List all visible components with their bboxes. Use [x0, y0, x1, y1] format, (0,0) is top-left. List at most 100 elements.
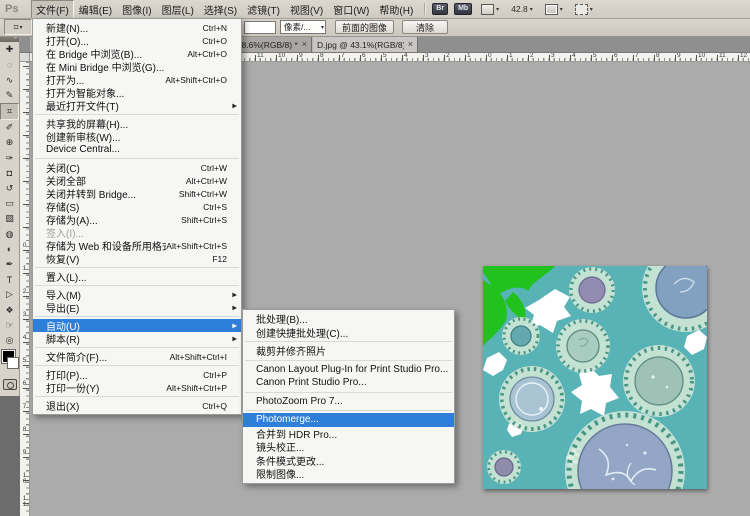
menu-item[interactable]: 文件简介(F)...Alt+Shift+Ctrl+I — [33, 350, 241, 363]
menu-separator — [35, 316, 239, 317]
quick-selection-tool[interactable]: ✎ — [0, 88, 19, 103]
chevron-down-icon: ▾ — [496, 6, 499, 13]
menu-item[interactable]: 退出(X)Ctrl+Q — [33, 399, 241, 412]
menu-item-label: 置入(L)... — [46, 269, 87, 284]
vertical-ruler[interactable]: 01234567891011 — [20, 62, 30, 516]
menu-item[interactable]: 裁剪并修齐照片 — [243, 344, 454, 358]
menubar-item-help[interactable]: 帮助(H) — [374, 0, 418, 19]
elliptical-marquee-tool[interactable]: ◌ — [0, 57, 19, 72]
menubar-item-select[interactable]: 选择(S) — [199, 0, 242, 19]
menu-item[interactable]: 条件模式更改... — [243, 454, 454, 468]
zoom-level-control[interactable]: 42.8 ▾ — [508, 2, 536, 16]
menu-item[interactable]: Canon Print Studio Pro... — [243, 376, 454, 390]
menu-item[interactable]: Photomerge... — [243, 413, 454, 427]
menu-item[interactable]: 镜头校正... — [243, 440, 454, 454]
ruler-label: 3 — [551, 52, 555, 59]
path-selection-tool[interactable]: ▷ — [0, 287, 19, 302]
screen-mode-icon — [575, 4, 588, 15]
ruler-label: 7 — [341, 52, 345, 59]
ruler-label: 4 — [21, 334, 28, 340]
submenu-arrow-icon: ▶ — [232, 322, 237, 329]
menu-item[interactable]: 创建快捷批处理(C)... — [243, 326, 454, 340]
menubar-item-filter[interactable]: 滤镜(T) — [242, 0, 285, 19]
menu-item[interactable]: PhotoZoom Pro 7... — [243, 395, 454, 409]
menu-separator — [35, 114, 239, 115]
quick-mask-button[interactable] — [3, 379, 17, 390]
menubar-item-view[interactable]: 视图(V) — [285, 0, 328, 19]
menu-separator — [35, 347, 239, 348]
history-brush-tool[interactable]: ↺ — [0, 181, 19, 196]
menu-item[interactable]: 限制图像... — [243, 467, 454, 481]
menubar-item-edit[interactable]: 编辑(E) — [74, 0, 117, 19]
type-tool[interactable]: T — [0, 272, 19, 287]
ruler-label: 0 — [488, 52, 492, 59]
menu-item[interactable]: 恢复(V)F12 — [33, 252, 241, 265]
resolution-unit-dropdown[interactable]: 像素/... ▾ — [280, 20, 326, 34]
menubar-item-window[interactable]: 窗口(W) — [328, 0, 374, 19]
document-tab[interactable]: D.jpg @ 43.1%(RGB/8) * × — [312, 37, 418, 52]
tool-preset-picker[interactable]: ⌗ ▾ — [4, 19, 32, 35]
launch-mini-bridge-button[interactable]: Mb — [454, 3, 472, 15]
menu-item[interactable]: 打印一份(Y)Alt+Shift+Ctrl+P — [33, 381, 241, 394]
menu-item[interactable]: 脚本(R)▶ — [33, 332, 241, 345]
menu-item-shortcut: Ctrl+N — [203, 23, 237, 33]
menu-item-label: 创建新审核(W)... — [46, 129, 120, 144]
background-color-swatch[interactable] — [7, 357, 19, 369]
close-icon[interactable]: × — [408, 40, 413, 49]
submenu-arrow-icon: ▶ — [232, 335, 237, 342]
document-image[interactable] — [483, 266, 707, 489]
spot-healing-brush-tool[interactable]: ⊕ — [0, 135, 19, 150]
menu-item-shortcut: Alt+Ctrl+W — [186, 176, 237, 186]
document-tab-label: D.jpg @ 43.1%(RGB/8) * — [317, 40, 404, 50]
crop-tool[interactable]: ⌗ — [0, 103, 19, 120]
ruler-label: 3 — [425, 52, 429, 59]
menu-item[interactable]: 创建新审核(W)... — [33, 130, 241, 143]
launch-bridge-button[interactable]: Br — [432, 3, 448, 15]
move-tool[interactable]: ✚ — [0, 42, 19, 57]
ruler-label: 6 — [21, 380, 28, 386]
menu-item-shortcut: Shift+Ctrl+S — [181, 215, 237, 225]
ruler-label: 6 — [614, 52, 618, 59]
zoom-tool[interactable]: ◎ — [0, 333, 19, 348]
clone-stamp-tool[interactable]: ◘ — [0, 166, 19, 181]
menu-item-label: Photomerge... — [256, 414, 319, 425]
close-icon[interactable]: × — [302, 40, 307, 49]
view-extras-button[interactable]: ▾ — [478, 2, 502, 17]
eyedropper-tool[interactable]: ✐ — [0, 120, 19, 135]
brush-tool[interactable]: ✑ — [0, 150, 19, 165]
blur-tool[interactable]: ◍ — [0, 226, 19, 241]
menubar-item-image[interactable]: 图像(I) — [117, 0, 156, 19]
screen-mode-button[interactable]: ▾ — [572, 2, 596, 17]
pen-tool[interactable]: ✒ — [0, 257, 19, 272]
menu-item[interactable]: Canon Layout Plug-In for Print Studio Pr… — [243, 363, 454, 377]
eraser-tool[interactable]: ▭ — [0, 196, 19, 211]
arrange-documents-button[interactable]: ▾ — [542, 2, 566, 17]
gradient-tool[interactable]: ▧ — [0, 211, 19, 226]
ruler-label: 4 — [404, 52, 408, 59]
front-image-button[interactable]: 前面的图像 — [335, 20, 394, 34]
menu-item[interactable]: 导出(E)▶ — [33, 301, 241, 314]
menu-item[interactable]: 批处理(B)... — [243, 312, 454, 326]
ruler-label: 1 — [21, 265, 28, 271]
menu-item[interactable]: 合并到 HDR Pro... — [243, 427, 454, 441]
menu-item-shortcut: Ctrl+W — [201, 163, 237, 173]
menu-item-shortcut: F12 — [212, 254, 237, 264]
dodge-tool[interactable]: ◐ — [0, 242, 19, 257]
chevron-down-icon: ▾ — [590, 6, 593, 13]
menu-item-shortcut: Ctrl+P — [203, 370, 237, 380]
hand-tool[interactable]: ☞ — [0, 318, 19, 333]
resolution-input[interactable] — [244, 21, 276, 34]
menu-item[interactable]: 最近打开文件(T)▶ — [33, 99, 241, 112]
color-swatches — [0, 348, 19, 376]
clear-button[interactable]: 清除 — [402, 20, 448, 34]
ruler-label: 6 — [362, 52, 366, 59]
menu-item[interactable]: Device Central... — [33, 143, 241, 156]
custom-shape-tool[interactable]: ❖ — [0, 302, 19, 317]
menubar-item-file[interactable]: 文件(F) — [31, 0, 74, 19]
menubar-item-layer[interactable]: 图层(L) — [157, 0, 199, 19]
lasso-tool[interactable]: ∿ — [0, 72, 19, 87]
menu-item[interactable]: 置入(L)... — [33, 270, 241, 283]
submenu-arrow-icon: ▶ — [232, 102, 237, 109]
menu-separator — [245, 341, 452, 342]
view-extras-icon — [481, 4, 494, 15]
